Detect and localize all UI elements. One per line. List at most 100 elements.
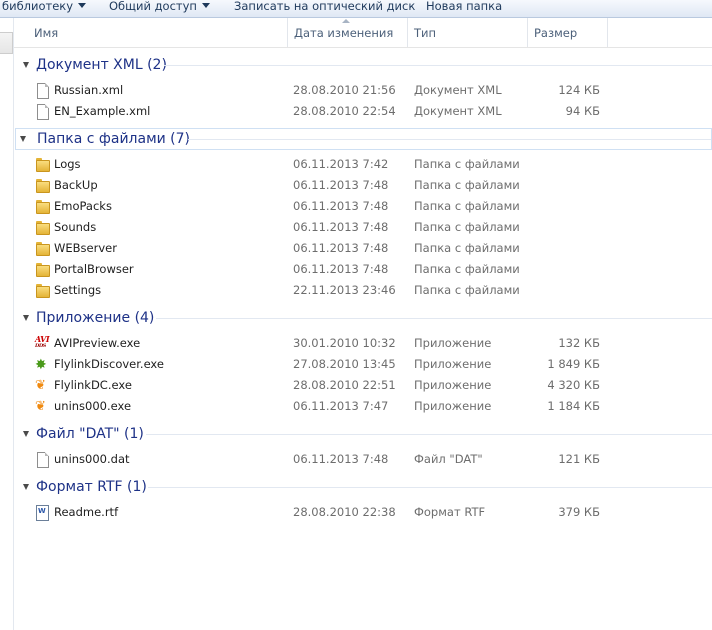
file-date: 06.11.2013 7:48 bbox=[293, 262, 389, 276]
folder-row[interactable]: WEBserver 06.11.2013 7:48 Папка с файлам… bbox=[14, 238, 712, 259]
group-title: Приложение (4) bbox=[36, 310, 155, 326]
group-divider bbox=[156, 318, 712, 319]
folder-icon bbox=[35, 241, 51, 257]
column-header-name[interactable]: Имя bbox=[28, 18, 288, 47]
file-date: 22.11.2013 23:46 bbox=[293, 283, 396, 297]
file-row[interactable]: unins000.dat 06.11.2013 7:48 Файл "DAT" … bbox=[14, 449, 712, 470]
column-type-label: Тип bbox=[414, 26, 437, 40]
folder-row[interactable]: Settings 22.11.2013 23:46 Папка с файлам… bbox=[14, 280, 712, 301]
group-title: Формат RTF (1) bbox=[36, 479, 147, 495]
group-divider bbox=[148, 487, 712, 488]
folder-row[interactable]: EmoPacks 06.11.2013 7:48 Папка с файлами bbox=[14, 196, 712, 217]
file-name: FlylinkDC.exe bbox=[54, 378, 132, 392]
file-size: 4 320 КБ bbox=[547, 378, 600, 392]
folder-icon bbox=[35, 283, 51, 299]
column-header-type[interactable]: Тип bbox=[408, 18, 528, 47]
library-menu-button[interactable]: библиотеку bbox=[2, 0, 87, 15]
file-name: Readme.rtf bbox=[54, 505, 119, 519]
file-date: 28.08.2010 22:54 bbox=[293, 104, 396, 118]
file-size: 94 КБ bbox=[565, 104, 600, 118]
group-header-xml[interactable]: Документ XML (2) bbox=[14, 54, 712, 76]
file-name: EmoPacks bbox=[54, 199, 112, 213]
folder-icon bbox=[35, 220, 51, 236]
burn-disc-button[interactable]: Записать на оптический диск bbox=[234, 0, 415, 15]
file-type: Папка с файлами bbox=[414, 220, 520, 234]
chevron-down-icon bbox=[201, 3, 210, 8]
file-size: 1 184 КБ bbox=[547, 399, 600, 413]
butterfly-app-icon: ❦ bbox=[35, 378, 46, 393]
navigation-pane-splitter[interactable] bbox=[0, 32, 13, 54]
file-size: 379 КБ bbox=[558, 505, 600, 519]
collapse-triangle-icon[interactable] bbox=[23, 484, 29, 490]
file-name: EN_Example.xml bbox=[54, 104, 151, 118]
avi-app-icon: AVI DDS bbox=[35, 334, 50, 349]
collapse-triangle-icon[interactable] bbox=[20, 136, 26, 142]
file-size: 1 849 КБ bbox=[547, 357, 600, 371]
chevron-down-icon bbox=[78, 3, 87, 8]
file-name: unins000.exe bbox=[54, 399, 132, 413]
folder-row[interactable]: PortalBrowser 06.11.2013 7:48 Папка с фа… bbox=[14, 259, 712, 280]
file-name: FlylinkDiscover.exe bbox=[54, 357, 164, 371]
file-date: 06.11.2013 7:48 bbox=[293, 220, 389, 234]
file-row[interactable]: ❦ unins000.exe 06.11.2013 7:47 Приложени… bbox=[14, 396, 712, 417]
file-date: 06.11.2013 7:42 bbox=[293, 157, 389, 171]
file-type: Документ XML bbox=[414, 104, 502, 118]
group-divider bbox=[146, 434, 712, 435]
xml-file-icon bbox=[37, 104, 49, 120]
group-divider bbox=[164, 65, 712, 66]
file-date: 06.11.2013 7:48 bbox=[293, 452, 389, 466]
file-row[interactable]: ❦ FlylinkDC.exe 28.08.2010 22:51 Приложе… bbox=[14, 375, 712, 396]
group-header-folders[interactable]: Папка с файлами (7) bbox=[15, 128, 712, 150]
xml-file-icon bbox=[37, 83, 49, 99]
folder-row[interactable]: Logs 06.11.2013 7:42 Папка с файлами bbox=[14, 154, 712, 175]
command-toolbar: библиотеку Общий доступ Записать на опти… bbox=[0, 0, 712, 18]
file-type: Формат RTF bbox=[414, 505, 486, 519]
group-title: Папка с файлами (7) bbox=[37, 131, 191, 147]
file-name: PortalBrowser bbox=[54, 262, 134, 276]
file-name: Logs bbox=[54, 157, 81, 171]
collapse-triangle-icon[interactable] bbox=[23, 431, 29, 437]
file-type: Приложение bbox=[414, 357, 492, 371]
file-size: 124 КБ bbox=[558, 83, 600, 97]
column-size-label: Размер bbox=[534, 26, 578, 40]
column-header-size[interactable]: Размер bbox=[528, 18, 608, 47]
collapse-triangle-icon[interactable] bbox=[23, 315, 29, 321]
file-type: Папка с файлами bbox=[414, 241, 520, 255]
folder-row[interactable]: BackUp 06.11.2013 7:48 Папка с файлами bbox=[14, 175, 712, 196]
file-name: Sounds bbox=[54, 220, 97, 234]
file-type: Папка с файлами bbox=[414, 199, 520, 213]
file-name: AVIPreview.exe bbox=[54, 336, 141, 350]
file-row[interactable]: AVI DDS AVIPreview.exe 30.01.2010 10:32 П… bbox=[14, 333, 712, 354]
butterfly-app-icon: ❦ bbox=[35, 399, 46, 414]
group-title: Документ XML (2) bbox=[36, 57, 167, 73]
new-folder-button[interactable]: Новая папка bbox=[426, 0, 502, 15]
share-menu-label: Общий доступ bbox=[109, 0, 197, 13]
new-folder-label: Новая папка bbox=[426, 0, 503, 13]
green-star-app-icon: ✸ bbox=[35, 357, 47, 373]
share-menu-button[interactable]: Общий доступ bbox=[109, 0, 210, 15]
group-divider bbox=[188, 139, 711, 140]
collapse-triangle-icon[interactable] bbox=[23, 62, 29, 68]
dat-file-icon bbox=[37, 452, 49, 468]
group-header-applications[interactable]: Приложение (4) bbox=[14, 307, 712, 329]
file-name: WEBserver bbox=[54, 241, 117, 255]
file-date: 27.08.2010 13:45 bbox=[293, 357, 396, 371]
file-row[interactable]: W Readme.rtf 28.08.2010 22:38 Формат RTF… bbox=[14, 502, 712, 523]
group-header-dat[interactable]: Файл "DAT" (1) bbox=[14, 423, 712, 445]
file-row[interactable]: ✸ FlylinkDiscover.exe 27.08.2010 13:45 П… bbox=[14, 354, 712, 375]
group-header-rtf[interactable]: Формат RTF (1) bbox=[14, 476, 712, 498]
folder-row[interactable]: Sounds 06.11.2013 7:48 Папка с файлами bbox=[14, 217, 712, 238]
file-date: 06.11.2013 7:48 bbox=[293, 241, 389, 255]
column-header-bar: Имя Дата изменения Тип Размер bbox=[14, 18, 712, 48]
folder-icon bbox=[35, 157, 51, 173]
folder-icon bbox=[35, 199, 51, 215]
file-date: 06.11.2013 7:47 bbox=[293, 399, 389, 413]
library-menu-label: библиотеку bbox=[2, 0, 74, 13]
file-date: 06.11.2013 7:48 bbox=[293, 199, 389, 213]
file-type: Папка с файлами bbox=[414, 178, 520, 192]
file-name: BackUp bbox=[54, 178, 98, 192]
file-type: Приложение bbox=[414, 336, 492, 350]
file-row[interactable]: Russian.xml 28.08.2010 21:56 Документ XM… bbox=[14, 80, 712, 101]
file-size: 132 КБ bbox=[558, 336, 600, 350]
file-row[interactable]: EN_Example.xml 28.08.2010 22:54 Документ… bbox=[14, 101, 712, 122]
